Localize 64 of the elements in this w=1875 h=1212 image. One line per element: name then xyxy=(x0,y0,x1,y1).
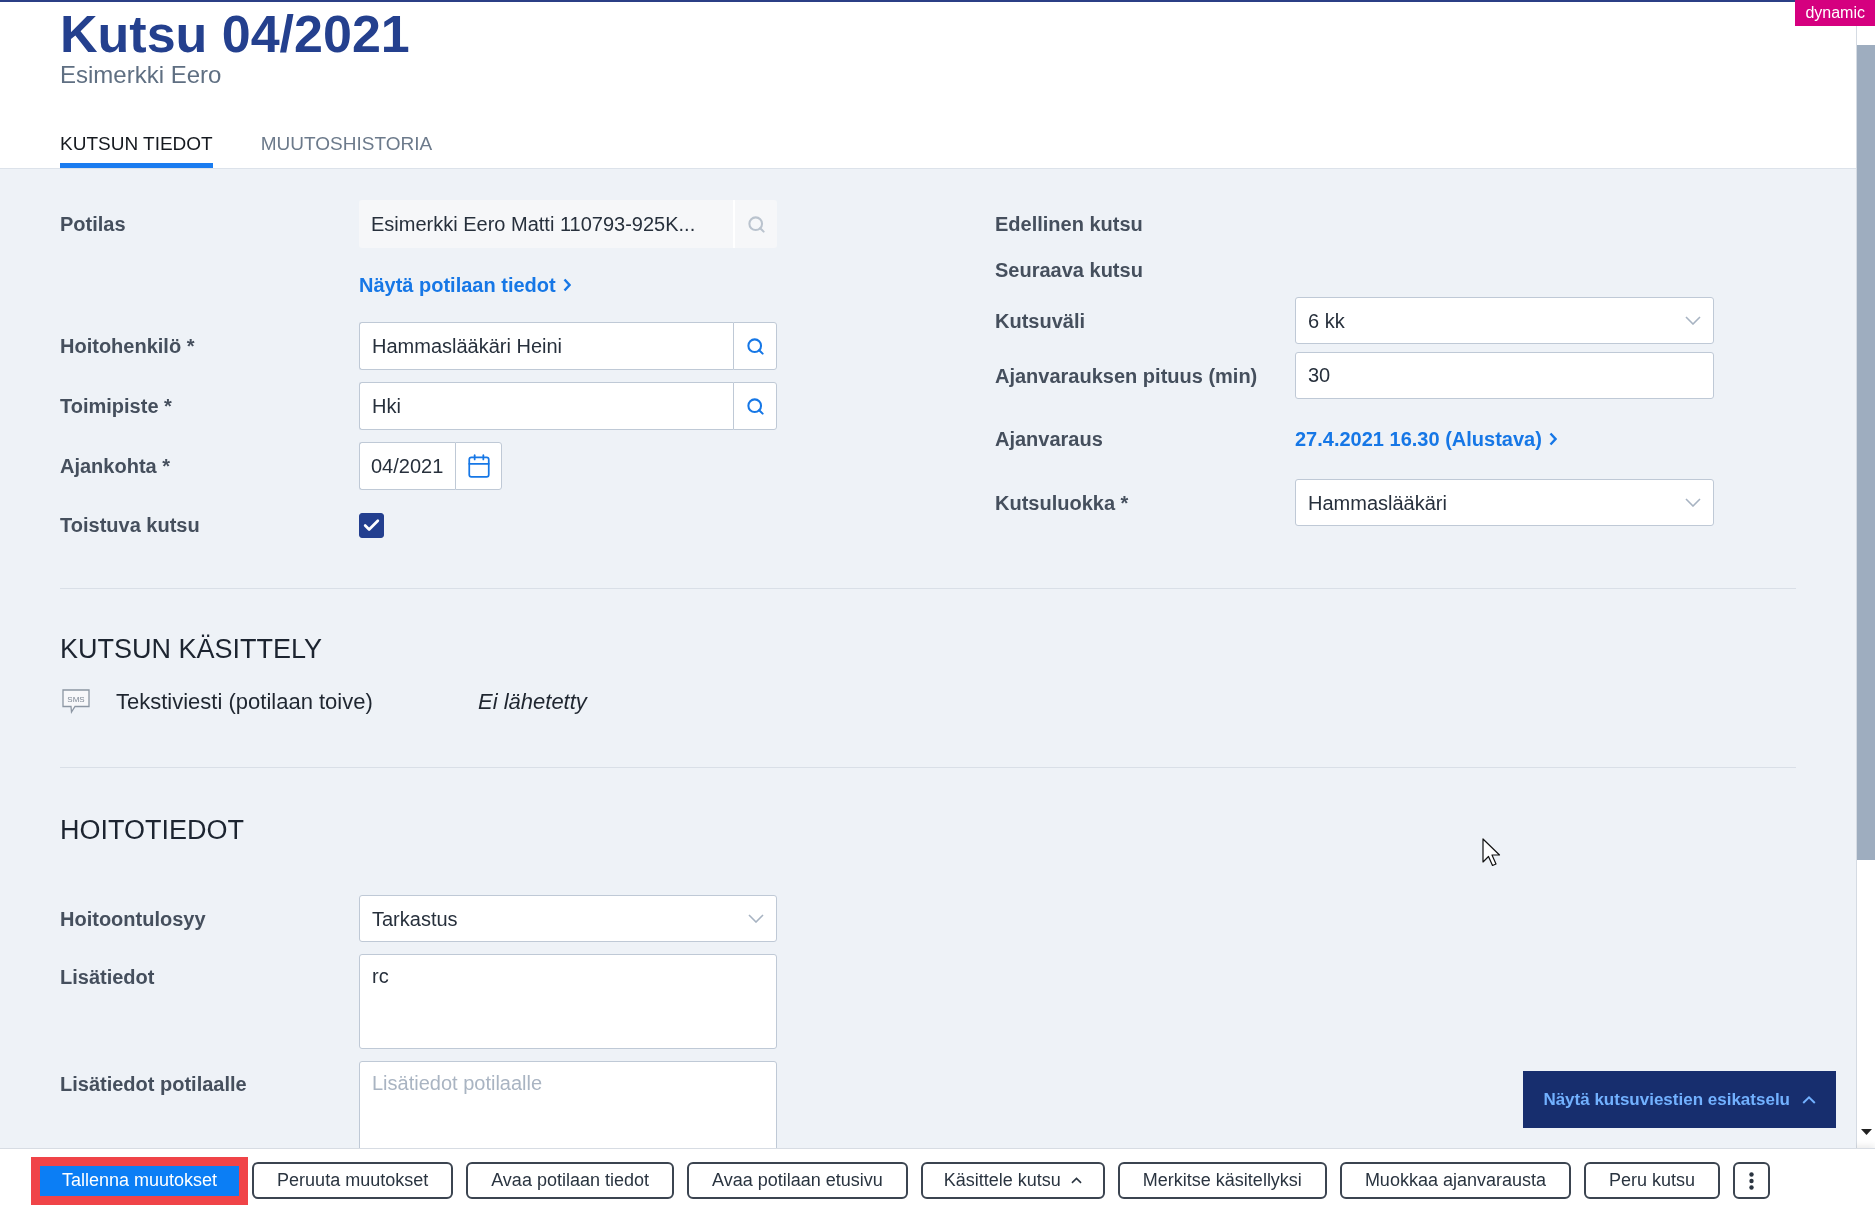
date-input[interactable]: 04/2021 xyxy=(359,442,455,490)
text-input[interactable]: Hki xyxy=(359,382,733,430)
field-label: Lisätiedot potilaalle xyxy=(60,1073,247,1095)
field-label: Seuraava kutsu xyxy=(995,259,1143,281)
calendar-button[interactable] xyxy=(455,442,502,490)
field-label: Ajanvaraus xyxy=(995,428,1103,450)
field-label: Ajanvarauksen pituus (min) xyxy=(995,364,1258,387)
action-button[interactable]: Avaa potilaan etusivu xyxy=(687,1162,908,1199)
text-area[interactable]: Lisätiedot potilaalle xyxy=(359,1061,777,1148)
field-label: Lisätiedot xyxy=(60,966,155,988)
page-title: Kutsu 04/2021 xyxy=(60,4,410,64)
scrollbar-thumb[interactable] xyxy=(1857,45,1875,860)
tab[interactable]: MUUTOSHISTORIA xyxy=(260,132,433,168)
sms-message-icon: SMS xyxy=(62,688,90,714)
search-icon xyxy=(745,396,765,416)
chevron-right-icon xyxy=(562,278,571,292)
dropdown[interactable]: 6 kk xyxy=(1295,297,1714,344)
search-button[interactable] xyxy=(733,322,777,370)
channel-label: Tekstiviesti (potilaan toive) xyxy=(116,688,373,714)
link[interactable]: 27.4.2021 16.30 (Alustava) xyxy=(1295,425,1557,453)
chevron-right-icon xyxy=(1548,432,1557,446)
field-label: Hoitoontulosyy xyxy=(60,907,206,930)
field-label: Toimipiste * xyxy=(60,395,172,417)
action-button[interactable]: Tallenna muutokset xyxy=(31,1156,249,1205)
action-button[interactable]: Muokkaa ajanvarausta xyxy=(1339,1162,1571,1199)
action-button[interactable]: Käsittele kutsu xyxy=(920,1162,1105,1199)
field-label: Hoitohenkilö * xyxy=(60,335,195,357)
text-input[interactable]: Hammaslääkäri Heini xyxy=(359,322,733,370)
action-button[interactable]: Merkitse käsitellyksi xyxy=(1117,1162,1327,1199)
action-button[interactable]: Peruuta muutokset xyxy=(252,1162,454,1199)
field-label: Ajankohta * xyxy=(60,455,171,477)
badge: dynamic xyxy=(1795,0,1875,26)
search-icon xyxy=(745,336,765,356)
dropdown[interactable]: Tarkastus xyxy=(359,895,777,942)
field-label: Edellinen kutsu xyxy=(995,213,1143,235)
status-text: Ei lähetetty xyxy=(478,687,587,716)
caret-up-icon xyxy=(1070,1177,1082,1184)
checkbox[interactable] xyxy=(359,512,384,538)
page-subtitle: Esimerkki Eero xyxy=(60,61,222,89)
field-label: Toistuva kutsu xyxy=(60,514,200,536)
search-button[interactable] xyxy=(733,382,777,430)
action-button[interactable] xyxy=(1733,1162,1771,1199)
section-heading: KUTSUN KÄSITTELY xyxy=(60,633,323,666)
calendar-icon xyxy=(465,453,492,479)
action-button[interactable]: Avaa potilaan tiedot xyxy=(466,1162,674,1199)
caret-up-icon xyxy=(1802,1095,1816,1104)
action-button[interactable]: Peru kutsu xyxy=(1584,1162,1721,1199)
search-icon xyxy=(746,214,766,234)
scroll-down-arrow-icon[interactable] xyxy=(1860,1129,1872,1135)
chevron-down-icon xyxy=(1685,498,1701,507)
preview-button[interactable]: Näytä kutsuviestien esikatselu xyxy=(1523,1071,1836,1128)
link[interactable]: Näytä potilaan tiedot xyxy=(359,271,571,299)
scrollbar[interactable] xyxy=(1856,26,1875,1148)
field-label: Kutsuväli xyxy=(995,309,1086,332)
field-label: Potilas xyxy=(60,213,126,235)
field-label: Kutsuluokka * xyxy=(995,491,1129,514)
chevron-down-icon xyxy=(748,914,764,923)
dropdown[interactable]: Hammaslääkäri xyxy=(1295,479,1714,526)
mouse-pointer-icon xyxy=(1482,838,1501,867)
text-area[interactable]: rc xyxy=(359,954,777,1049)
text-input[interactable]: 30 xyxy=(1295,352,1714,399)
vertical-dots-icon xyxy=(1749,1171,1755,1190)
chevron-down-icon xyxy=(1685,316,1701,325)
section-heading: HOITOTIEDOT xyxy=(60,814,244,847)
